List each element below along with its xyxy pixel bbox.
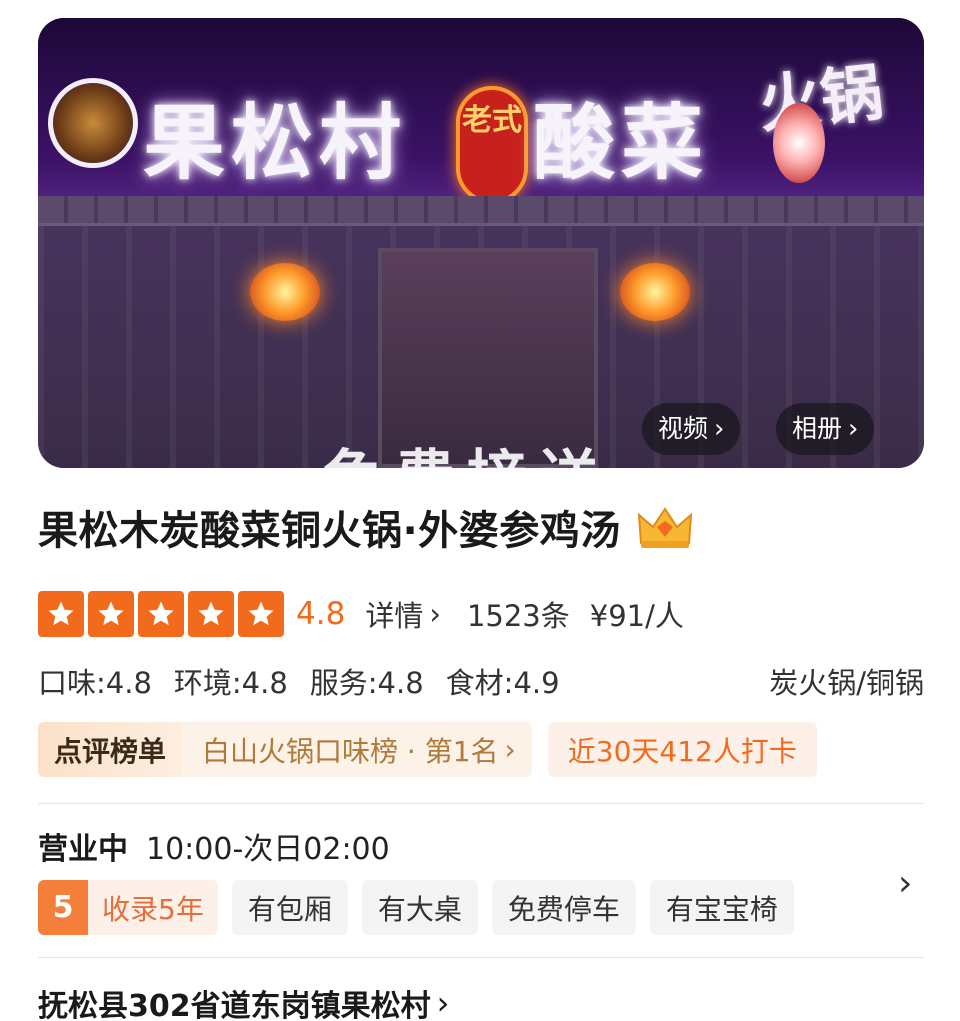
- album-button-label: 相册: [792, 414, 843, 443]
- lantern-icon: [620, 263, 690, 321]
- ranking-row: 点评榜单 白山火锅口味榜 · 第1名 › 近30天412人打卡: [38, 722, 817, 777]
- ranking-text: 白山火锅口味榜 · 第1名: [202, 734, 499, 768]
- hours-row[interactable]: 营业中 10:00-次日02:00: [38, 824, 390, 868]
- ranking-tag: 点评榜单: [38, 722, 183, 777]
- tag-private-room: 有包厢: [231, 880, 348, 935]
- feature-tags: 5 收录5年 有包厢 有大桌 免费停车 有宝宝椅: [38, 880, 794, 935]
- star-rating: [38, 591, 284, 637]
- subscore-service: 服务:4.8: [309, 666, 424, 700]
- sign-text-right: 酸菜: [533, 95, 710, 191]
- open-status: 营业中: [38, 832, 128, 867]
- subscore-environment: 环境:4.8: [173, 666, 288, 700]
- subscore-taste: 口味:4.8: [38, 666, 152, 700]
- checkin-badge[interactable]: 近30天412人打卡: [547, 722, 817, 777]
- chevron-right-icon: ›: [504, 733, 516, 766]
- chevron-right-icon: ›: [848, 414, 859, 444]
- title-row: 果松木炭酸菜铜火锅·外婆参鸡汤: [38, 498, 695, 556]
- awning: [38, 196, 924, 226]
- address-link[interactable]: 抚松县302省道东岗镇果松村 ›: [38, 981, 449, 1021]
- sign-badge: 老式: [456, 86, 528, 204]
- sign-emblem-icon: [48, 78, 138, 168]
- shop-name: 果松木炭酸菜铜火锅·外婆参鸡汤: [38, 508, 621, 554]
- details-link[interactable]: 详情 ›: [365, 593, 441, 635]
- sign-text-left: 果松村: [143, 95, 408, 191]
- tag-baby-chair: 有宝宝椅: [649, 880, 794, 935]
- chevron-right-icon: ›: [429, 597, 441, 631]
- hero-image[interactable]: 果松村 老式 酸菜 火锅 免费接送 视频 › 相册 ›: [38, 18, 924, 468]
- tag-large-table: 有大桌: [361, 880, 478, 935]
- address-text: 抚松县302省道东岗镇果松村: [38, 989, 431, 1021]
- sign-orb-decoration: [773, 103, 825, 183]
- star-icon: [88, 591, 134, 637]
- album-button[interactable]: 相册 ›: [776, 403, 875, 455]
- star-icon: [38, 591, 84, 637]
- chevron-right-icon: ›: [714, 414, 725, 444]
- chevron-right-icon[interactable]: ›: [898, 863, 912, 904]
- divider: [38, 803, 924, 804]
- shop-category: 炭火锅/铜锅: [769, 666, 924, 700]
- subscore-row: 口味:4.8 环境:4.8 服务:4.8 食材:4.9 炭火锅/铜锅: [38, 660, 924, 702]
- video-button[interactable]: 视频 ›: [642, 403, 741, 455]
- tag-free-parking: 免费停车: [491, 880, 636, 935]
- subscore-ingredients: 食材:4.9: [445, 666, 560, 700]
- crown-icon: [635, 503, 695, 551]
- listed-years-number: 5: [38, 880, 88, 935]
- listed-years-tag: 5 收录5年: [38, 880, 218, 935]
- ranking-link[interactable]: 白山火锅口味榜 · 第1名 ›: [182, 722, 532, 777]
- opening-hours: 10:00-次日02:00: [146, 832, 390, 867]
- review-count[interactable]: 1523条: [467, 593, 570, 635]
- video-button-label: 视频: [658, 414, 709, 443]
- listed-years-text: 收录5年: [102, 892, 204, 926]
- details-label: 详情: [365, 599, 424, 633]
- rating-row: 4.8 详情 › 1523条 ¥91/人: [38, 591, 684, 637]
- star-icon: [188, 591, 234, 637]
- chevron-right-icon: ›: [436, 984, 450, 1021]
- star-icon: [238, 591, 284, 637]
- lantern-icon: [250, 263, 320, 321]
- banner-text: 免费接送: [323, 430, 611, 468]
- price-per-person: ¥91/人: [589, 599, 684, 633]
- rating-score: 4.8: [296, 596, 346, 632]
- divider: [38, 957, 924, 958]
- star-icon: [138, 591, 184, 637]
